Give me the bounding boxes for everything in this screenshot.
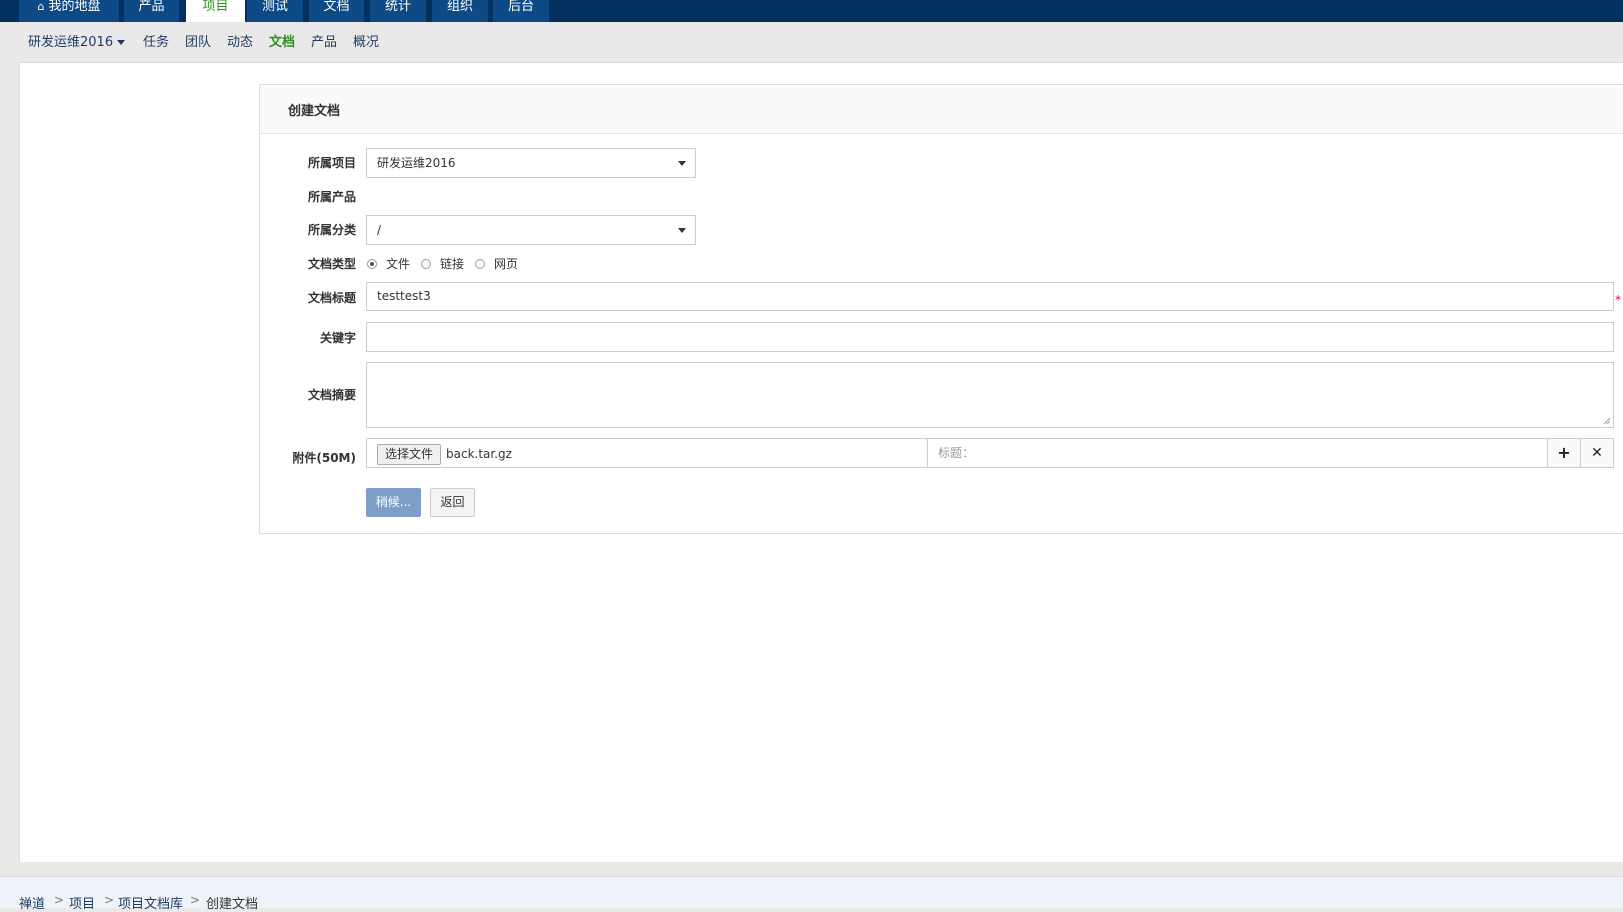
nav-tab-label: 产品 <box>138 0 165 14</box>
project-switcher[interactable]: 研发运维2016 <box>28 35 126 51</box>
type-radio-web[interactable] <box>475 259 485 269</box>
keywords-input[interactable] <box>366 322 1614 352</box>
subnav-item-doc[interactable]: 文档 <box>269 35 295 51</box>
nav-tab-product[interactable]: 产品 <box>124 0 179 22</box>
doc-type-label: 文档类型 <box>307 257 356 271</box>
type-radio-link[interactable] <box>421 259 431 269</box>
nav-tab-label: 测试 <box>261 0 288 14</box>
resize-handle-icon[interactable] <box>1603 417 1611 425</box>
attachment-label: 附件(50M) <box>292 451 356 465</box>
file-input[interactable]: 选择文件 back.tar.gz <box>366 438 928 468</box>
type-radio-file[interactable] <box>367 259 377 269</box>
caret-down-icon <box>678 161 686 166</box>
selected-file-name: back.tar.gz <box>446 447 512 461</box>
subnav-item-view[interactable]: 概况 <box>353 35 379 51</box>
doc-title-label: 文档标题 <box>307 291 356 305</box>
summary-textarea[interactable] <box>366 362 1614 428</box>
nav-tab-label: 组织 <box>446 0 473 14</box>
breadcrumb-project[interactable]: 项目 <box>69 893 95 912</box>
subnav-item-product[interactable]: 产品 <box>311 35 337 51</box>
breadcrumb-separator: > <box>54 893 65 907</box>
nav-tab-company[interactable]: 组织 <box>432 0 488 22</box>
nav-tab-label: 文档 <box>323 0 350 14</box>
file-title-placeholder: 标题： <box>938 446 975 460</box>
category-select[interactable]: / <box>366 215 696 245</box>
panel-header: 创建文档 <box>260 85 1623 134</box>
subnav-item-task[interactable]: 任务 <box>143 35 169 51</box>
nav-tab-test[interactable]: 测试 <box>247 0 303 22</box>
nav-tab-admin[interactable]: 后台 <box>493 0 549 22</box>
back-button[interactable]: 返回 <box>430 488 475 517</box>
top-navigation: ⌂ 我的地盘 产品 项目 测试 文档 统计 组织 后台 <box>0 0 1623 24</box>
type-radio-web-label[interactable]: 网页 <box>494 255 518 272</box>
submit-button[interactable]: 稍候... <box>366 488 421 517</box>
close-icon: ✕ <box>1591 445 1603 461</box>
doc-title-value: testtest3 <box>377 289 431 303</box>
remove-file-button[interactable]: ✕ <box>1580 438 1614 468</box>
plus-icon: + <box>1557 443 1571 462</box>
category-select-value: / <box>377 223 382 237</box>
footer-breadcrumb: 禅道 > 项目 > 项目文档库 > 创建文档 <box>0 876 1623 912</box>
page-title: 创建文档 <box>288 104 341 119</box>
type-radio-file-label[interactable]: 文件 <box>386 255 410 272</box>
breadcrumb-home[interactable]: 禅道 <box>19 893 45 912</box>
project-label: 所属项目 <box>307 156 356 170</box>
nav-tab-label: 项目 <box>202 0 229 14</box>
nav-tab-label: 统计 <box>384 0 411 14</box>
nav-tab-my[interactable]: ⌂ 我的地盘 <box>19 0 119 22</box>
breadcrumb-separator: > <box>104 893 115 907</box>
subnav-item-team[interactable]: 团队 <box>185 35 211 51</box>
sub-navigation: 研发运维2016 任务 团队 动态 文档 产品 概况 <box>0 22 1623 62</box>
project-switcher-label: 研发运维2016 <box>28 35 114 50</box>
home-icon: ⌂ <box>37 0 45 13</box>
breadcrumb-doc-lib[interactable]: 项目文档库 <box>118 893 183 912</box>
nav-tab-doc[interactable]: 文档 <box>309 0 364 22</box>
category-label: 所属分类 <box>307 223 356 237</box>
project-select[interactable]: 研发运维2016 <box>366 148 696 178</box>
required-mark: * <box>1615 293 1621 307</box>
caret-down-icon <box>117 40 126 45</box>
doc-title-input[interactable]: testtest3 <box>366 282 1614 311</box>
breadcrumb-current: 创建文档 <box>206 897 259 912</box>
caret-down-icon <box>678 228 686 233</box>
file-title-input[interactable]: 标题： <box>927 438 1548 468</box>
nav-tab-label: 我的地盘 <box>48 0 101 14</box>
nav-tab-report[interactable]: 统计 <box>370 0 426 22</box>
type-radio-link-label[interactable]: 链接 <box>440 255 464 272</box>
choose-file-button[interactable]: 选择文件 <box>377 444 441 465</box>
product-label: 所属产品 <box>307 190 356 204</box>
project-select-value: 研发运维2016 <box>377 156 456 170</box>
breadcrumb-separator: > <box>190 893 201 907</box>
subnav-item-dynamic[interactable]: 动态 <box>227 35 253 51</box>
add-file-button[interactable]: + <box>1547 438 1581 468</box>
nav-tab-label: 后台 <box>507 0 534 14</box>
nav-tab-project[interactable]: 项目 <box>186 0 245 24</box>
keywords-label: 关键字 <box>319 331 356 345</box>
summary-label: 文档摘要 <box>307 388 356 402</box>
